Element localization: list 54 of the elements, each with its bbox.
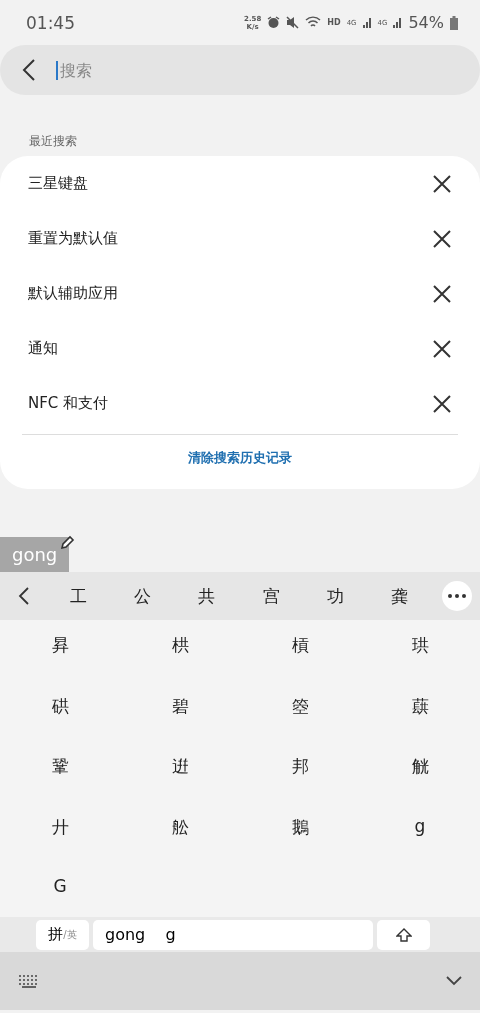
candidate-key[interactable]: 鵝 [285, 801, 315, 862]
shift-key[interactable] [377, 919, 430, 950]
candidate-key[interactable]: 功 [303, 584, 368, 608]
candidate-key[interactable]: 共 [174, 584, 239, 608]
candidate-key[interactable]: 昪 [45, 620, 75, 681]
battery-icon [450, 15, 458, 30]
candidate-key[interactable]: 箜 [285, 680, 315, 741]
back-icon[interactable] [22, 59, 36, 81]
candidate-key[interactable]: 宫 [239, 584, 304, 608]
candidate-key[interactable]: 舩 [165, 801, 195, 862]
hd-indicator: HD [327, 18, 341, 27]
recent-search-item[interactable]: 默认辅助应用 [28, 284, 118, 303]
pencil-icon[interactable] [59, 535, 76, 551]
candidate-key[interactable]: 工 [46, 584, 111, 608]
mute-icon [286, 16, 300, 29]
close-icon[interactable] [432, 228, 452, 249]
more-icon[interactable] [441, 581, 472, 611]
battery-percent: 54% [408, 13, 444, 32]
wifi-icon [305, 16, 322, 29]
chevron-down-icon[interactable] [446, 976, 462, 986]
candidate-key[interactable]: 鞏 [45, 741, 75, 802]
close-icon[interactable] [432, 283, 452, 304]
recent-search-item[interactable]: 通知 [28, 339, 58, 358]
recent-search-item[interactable]: NFC 和支付 [28, 394, 109, 413]
candidate-key[interactable]: g [408, 801, 432, 862]
signal-icon [362, 17, 372, 28]
alarm-icon [267, 16, 281, 29]
keyboard-icon[interactable] [18, 974, 40, 988]
signal-icon [393, 17, 403, 28]
candidate-key[interactable]: 硔 [45, 680, 75, 741]
status-time: 01:45 [26, 12, 75, 33]
candidate-key[interactable]: 珙 [405, 620, 435, 681]
composing-text: gong [0, 537, 70, 572]
candidate-key[interactable]: 栱 [165, 620, 195, 681]
clear-history-link[interactable]: 清除搜索历史记录 [178, 435, 302, 483]
pinyin-input-field[interactable]: gong g [93, 919, 373, 950]
close-icon[interactable] [432, 338, 452, 359]
candidate-key[interactable]: 逬 [165, 741, 195, 802]
recent-search-item[interactable]: 重置为默认值 [28, 229, 118, 248]
candidate-key[interactable]: 碧 [165, 680, 195, 741]
candidate-key[interactable]: 觥 [405, 741, 435, 802]
candidate-key[interactable]: 邦 [285, 741, 315, 802]
recent-search-item[interactable]: 三星键盘 [28, 174, 88, 193]
back-icon[interactable] [18, 587, 30, 605]
close-icon[interactable] [432, 173, 452, 194]
candidate-key[interactable]: 龚 [367, 584, 432, 608]
candidate-key[interactable]: 蕻 [405, 680, 435, 741]
up-arrow-icon [395, 927, 412, 942]
candidate-key[interactable]: 廾 [45, 801, 75, 862]
candidate-key[interactable]: 槓 [285, 620, 315, 681]
candidate-key[interactable]: 公 [110, 584, 175, 608]
close-icon[interactable] [432, 393, 452, 414]
search-field[interactable]: 搜索 [56, 60, 360, 80]
section-title: 最近搜索 [29, 133, 77, 150]
